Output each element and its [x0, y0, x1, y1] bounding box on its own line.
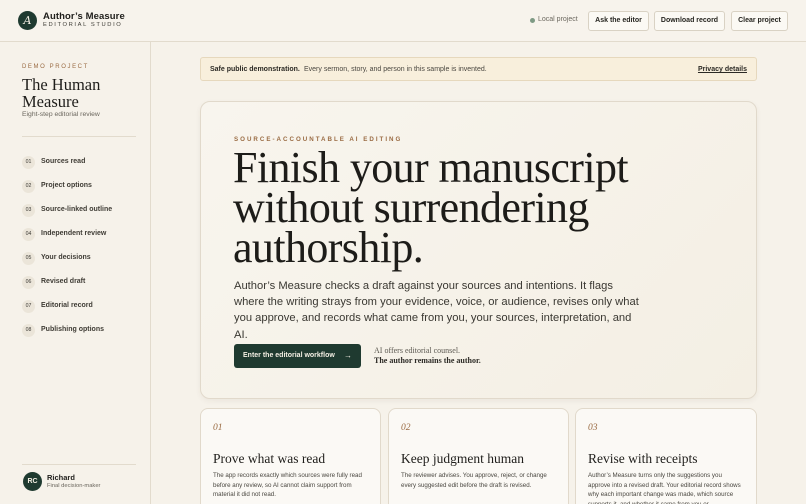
privacy-details-link[interactable]: Privacy details [698, 66, 747, 73]
feature-card-judgment: 02 Keep judgment human The reviewer advi… [388, 408, 569, 504]
sidebar: DEMO PROJECT The Human Measure Eight-ste… [0, 42, 151, 504]
step-label: Source-linked outline [41, 206, 113, 213]
card-number: 03 [588, 423, 598, 433]
step-label: Editorial record [41, 302, 93, 309]
user-role: Final decision-maker [47, 483, 101, 489]
step-number: 03 [22, 204, 35, 217]
hero-title: Finish your manuscript without surrender… [233, 143, 629, 272]
step-number: 06 [22, 276, 35, 289]
step-label: Revised draft [41, 278, 86, 285]
sidebar-step-your-decisions[interactable]: 05 Your decisions [22, 252, 142, 266]
sidebar-step-sources-read[interactable]: 01 Sources read [22, 156, 142, 170]
brand-logo-icon: A [18, 11, 37, 30]
brand-subtitle: EDITORIAL STUDIO [43, 22, 123, 28]
avatar: RC [23, 472, 42, 491]
sidebar-divider-bottom [22, 464, 136, 465]
demo-notice-banner: Safe public demonstration. Every sermon,… [200, 57, 757, 81]
sidebar-step-source-linked-outline[interactable]: 03 Source-linked outline [22, 204, 142, 218]
hero-description: Author’s Measure checks a draft against … [234, 280, 639, 341]
notice-text: Every sermon, story, and person in this … [304, 66, 487, 73]
cta-note-counsel: AI offers editorial counsel. [374, 346, 461, 355]
project-subtitle: Eight-step editorial review [22, 111, 100, 118]
hero-kicker: SOURCE-ACCOUNTABLE AI EDITING [234, 136, 403, 143]
enter-workflow-button[interactable]: Enter the editorial workflow → [234, 344, 361, 368]
step-number: 05 [22, 252, 35, 265]
sidebar-step-project-options[interactable]: 02 Project options [22, 180, 142, 194]
cta-note-author: The author remains the author. [374, 356, 481, 365]
brand-name: Author’s Measure [43, 11, 125, 22]
step-label: Your decisions [41, 254, 91, 261]
card-number: 01 [213, 423, 223, 433]
card-body: The reviewer advises. You approve, rejec… [401, 472, 547, 489]
step-number: 02 [22, 180, 35, 193]
sidebar-step-editorial-record[interactable]: 07 Editorial record [22, 300, 142, 314]
demo-project-kicker: DEMO PROJECT [22, 64, 89, 70]
user-name: Richard [47, 473, 75, 482]
card-title: Keep judgment human [401, 451, 524, 466]
local-project-label: Local project [538, 16, 578, 23]
card-title: Revise with receipts [588, 451, 698, 466]
step-number: 08 [22, 324, 35, 337]
clear-project-button[interactable]: Clear project [731, 11, 788, 31]
hero-panel: SOURCE-ACCOUNTABLE AI EDITING Finish you… [200, 101, 757, 399]
sidebar-step-revised-draft[interactable]: 06 Revised draft [22, 276, 142, 290]
feature-card-receipts: 03 Revise with receipts Author’s Measure… [575, 408, 757, 504]
notice-heading: Safe public demonstration. [210, 66, 300, 73]
cta-label: Enter the editorial workflow [243, 352, 335, 359]
step-label: Sources read [41, 158, 86, 165]
step-label: Publishing options [41, 326, 104, 333]
arrow-right-icon: → [344, 351, 352, 360]
sidebar-step-publishing-options[interactable]: 08 Publishing options [22, 324, 142, 338]
project-title: The Human Measure [22, 75, 101, 111]
step-label: Project options [41, 182, 92, 189]
card-number: 02 [401, 423, 411, 433]
status-dot-icon [530, 18, 535, 23]
card-body: The app records exactly which sources we… [213, 472, 362, 499]
card-title: Prove what was read [213, 451, 326, 466]
step-number: 01 [22, 156, 35, 169]
step-label: Independent review [41, 230, 107, 237]
sidebar-divider [22, 136, 136, 137]
step-number: 04 [22, 228, 35, 241]
download-record-button[interactable]: Download record [654, 11, 725, 31]
top-bar: A Author’s Measure EDITORIAL STUDIO Loca… [0, 0, 806, 42]
feature-card-prove: 01 Prove what was read The app records e… [200, 408, 381, 504]
step-number: 07 [22, 300, 35, 313]
sidebar-step-independent-review[interactable]: 04 Independent review [22, 228, 142, 242]
ask-editor-button[interactable]: Ask the editor [588, 11, 649, 31]
card-body: Author’s Measure turns only the suggesti… [588, 472, 741, 504]
